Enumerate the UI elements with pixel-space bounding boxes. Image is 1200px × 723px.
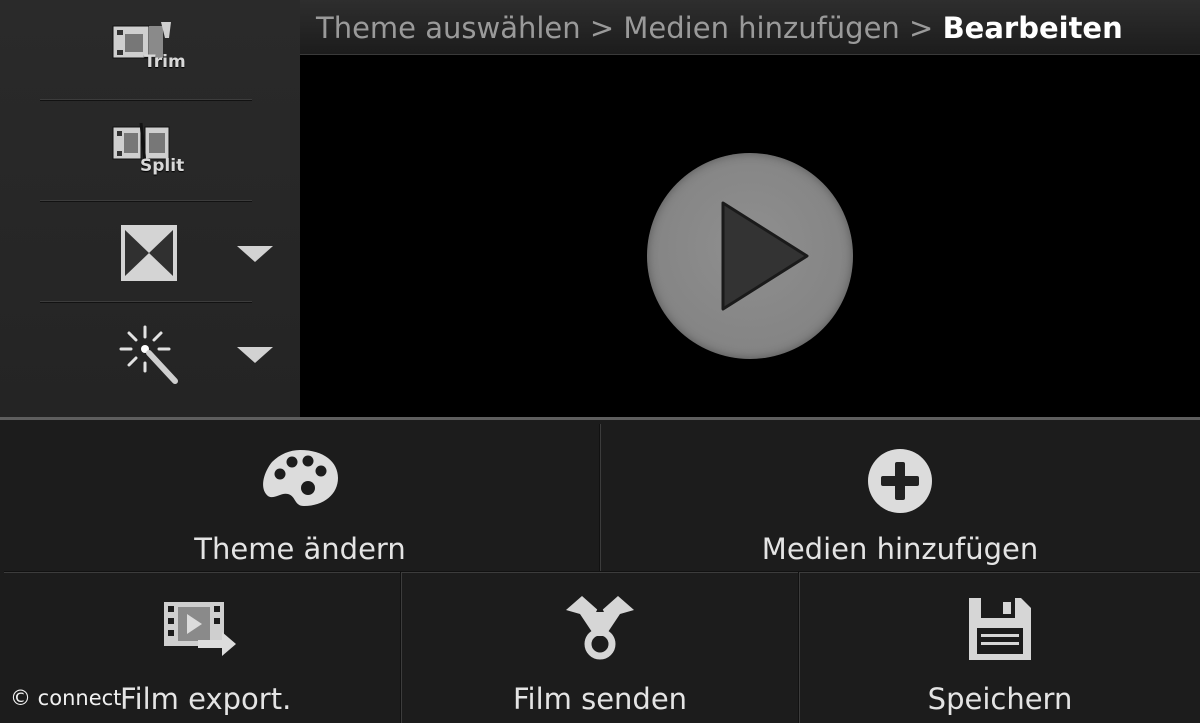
breadcrumb-current-step: Bearbeiten xyxy=(942,11,1123,45)
floppy-disk-icon xyxy=(969,598,1031,660)
change-theme-label: Theme ändern xyxy=(194,532,406,566)
play-button[interactable] xyxy=(647,153,853,359)
change-theme-button[interactable]: Theme ändern xyxy=(0,420,600,572)
split-tool[interactable]: Split xyxy=(0,101,300,202)
breadcrumb-step-media[interactable]: Medien hinzufügen xyxy=(623,11,899,45)
bowtie-transition-icon xyxy=(121,225,177,281)
add-circle-icon xyxy=(868,449,932,513)
trim-label: Trim xyxy=(144,52,186,72)
trim-tool[interactable]: Trim xyxy=(0,0,300,101)
effects-tool[interactable] xyxy=(0,303,300,404)
transition-tool[interactable] xyxy=(0,202,300,303)
copyright-watermark: © connect xyxy=(10,686,122,710)
breadcrumb-bar: Theme auswählen > Medien hinzufügen > Be… xyxy=(300,0,1200,55)
breadcrumb-separator: > xyxy=(589,11,615,45)
send-film-button[interactable]: Film senden xyxy=(401,572,799,723)
add-media-label: Medien hinzufügen xyxy=(761,532,1039,566)
video-preview[interactable] xyxy=(300,55,1200,417)
edit-toolbar: Trim Split xyxy=(0,0,300,418)
save-button[interactable]: Speichern xyxy=(800,572,1200,723)
breadcrumb: Theme auswählen > Medien hinzufügen > Be… xyxy=(316,10,1123,46)
breadcrumb-step-theme[interactable]: Theme auswählen xyxy=(316,11,581,45)
add-media-button[interactable]: Medien hinzufügen xyxy=(600,420,1200,572)
share-icon xyxy=(566,596,634,660)
split-label: Split xyxy=(140,156,185,176)
transition-dropdown-icon[interactable] xyxy=(237,246,273,262)
action-row: Theme ändern Medien hinzufügen xyxy=(0,420,1200,572)
effects-dropdown-icon[interactable] xyxy=(237,347,273,363)
film-export-icon xyxy=(164,602,236,656)
action-row: Film export. Film senden Speichern xyxy=(0,572,1200,723)
breadcrumb-separator: > xyxy=(909,11,934,45)
action-panel: Theme ändern Medien hinzufügen Film expo… xyxy=(0,417,1200,723)
play-icon xyxy=(721,201,809,311)
magic-wand-icon xyxy=(119,325,178,384)
palette-icon xyxy=(263,450,338,506)
save-label: Speichern xyxy=(927,682,1073,716)
export-film-label: Film export. xyxy=(120,682,292,716)
send-film-label: Film senden xyxy=(512,682,688,716)
